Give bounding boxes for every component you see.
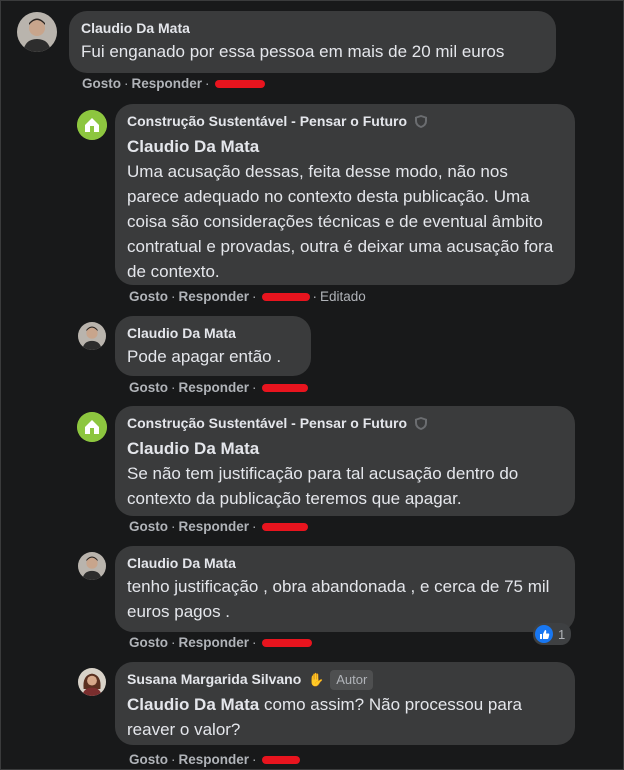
- redacted-timestamp: [261, 756, 300, 765]
- reaction-count: 1: [558, 626, 566, 642]
- page-avatar[interactable]: [77, 110, 107, 140]
- comment-bubble: Construção Sustentável - Pensar o Futuro…: [115, 406, 575, 516]
- comment-actions: Gosto · Responder ·: [82, 76, 265, 91]
- mention-link[interactable]: Claudio Da Mata: [127, 439, 259, 458]
- redacted-timestamp: [261, 293, 310, 302]
- house-icon: [77, 110, 107, 140]
- house-icon: [77, 412, 107, 442]
- comment-text: Pode apagar então .: [127, 347, 282, 366]
- comment-bubble: Susana Margarida Silvano ✋ Autor Claudio…: [115, 662, 575, 745]
- reaction-summary[interactable]: 1: [533, 623, 572, 645]
- comment-author[interactable]: Construção Sustentável - Pensar o Futuro: [127, 113, 407, 129]
- comment-author[interactable]: Construção Sustentável - Pensar o Futuro: [127, 415, 407, 431]
- like-button[interactable]: Gosto: [129, 635, 168, 650]
- page-avatar[interactable]: [77, 412, 107, 442]
- avatar[interactable]: [78, 668, 106, 696]
- comment-thread: Claudio Da Mata Fui enganado por essa pe…: [0, 0, 624, 770]
- like-button[interactable]: Gosto: [129, 380, 168, 395]
- wave-icon: ✋: [308, 672, 325, 687]
- comment-text: tenho justificação , obra abandonada , e…: [127, 577, 550, 621]
- comment-author[interactable]: Susana Margarida Silvano: [127, 671, 301, 687]
- reply-button[interactable]: Responder: [179, 519, 250, 534]
- comment-author[interactable]: Claudio Da Mata: [127, 554, 563, 572]
- edited-label[interactable]: Editado: [320, 289, 366, 304]
- avatar[interactable]: [17, 12, 57, 52]
- comment-author[interactable]: Claudio Da Mata: [127, 324, 299, 342]
- avatar[interactable]: [78, 322, 106, 350]
- mention-link[interactable]: Claudio Da Mata: [127, 695, 259, 714]
- reply-button[interactable]: Responder: [179, 635, 250, 650]
- reply-button[interactable]: Responder: [179, 752, 250, 767]
- reply-button[interactable]: Responder: [179, 289, 250, 304]
- reply-button[interactable]: Responder: [179, 380, 250, 395]
- avatar[interactable]: [78, 552, 106, 580]
- comment-actions: Gosto · Responder · · Editado: [129, 289, 366, 304]
- comment-bubble: Claudio Da Mata Pode apagar então .: [115, 316, 311, 376]
- redacted-timestamp: [261, 523, 308, 532]
- comment-actions: Gosto · Responder ·: [129, 519, 308, 534]
- redacted-timestamp: [261, 639, 312, 648]
- redacted-timestamp: [214, 80, 265, 89]
- like-button[interactable]: Gosto: [129, 752, 168, 767]
- comment-text: Se não tem justificação para tal acusaçã…: [127, 464, 519, 508]
- comment-bubble: Construção Sustentável - Pensar o Futuro…: [115, 104, 575, 285]
- reply-button[interactable]: Responder: [132, 76, 203, 91]
- comment-bubble: Claudio Da Mata Fui enganado por essa pe…: [69, 11, 556, 73]
- comment-text: Uma acusação dessas, feita desse modo, n…: [127, 162, 554, 281]
- like-icon: [535, 625, 553, 643]
- shield-icon: [414, 114, 427, 132]
- like-button[interactable]: Gosto: [82, 76, 121, 91]
- comment-text: Fui enganado por essa pessoa em mais de …: [81, 42, 505, 61]
- comment-bubble: Claudio Da Mata tenho justificação , obr…: [115, 546, 575, 632]
- comment-actions: Gosto · Responder ·: [129, 635, 312, 650]
- mention-link[interactable]: Claudio Da Mata: [127, 137, 259, 156]
- like-button[interactable]: Gosto: [129, 289, 168, 304]
- comment-actions: Gosto · Responder ·: [129, 752, 300, 767]
- comment-author[interactable]: Claudio Da Mata: [81, 19, 544, 37]
- like-button[interactable]: Gosto: [129, 519, 168, 534]
- shield-icon: [414, 416, 427, 434]
- author-badge: Autor: [330, 670, 374, 690]
- comment-actions: Gosto · Responder ·: [129, 380, 308, 395]
- redacted-timestamp: [261, 384, 308, 393]
